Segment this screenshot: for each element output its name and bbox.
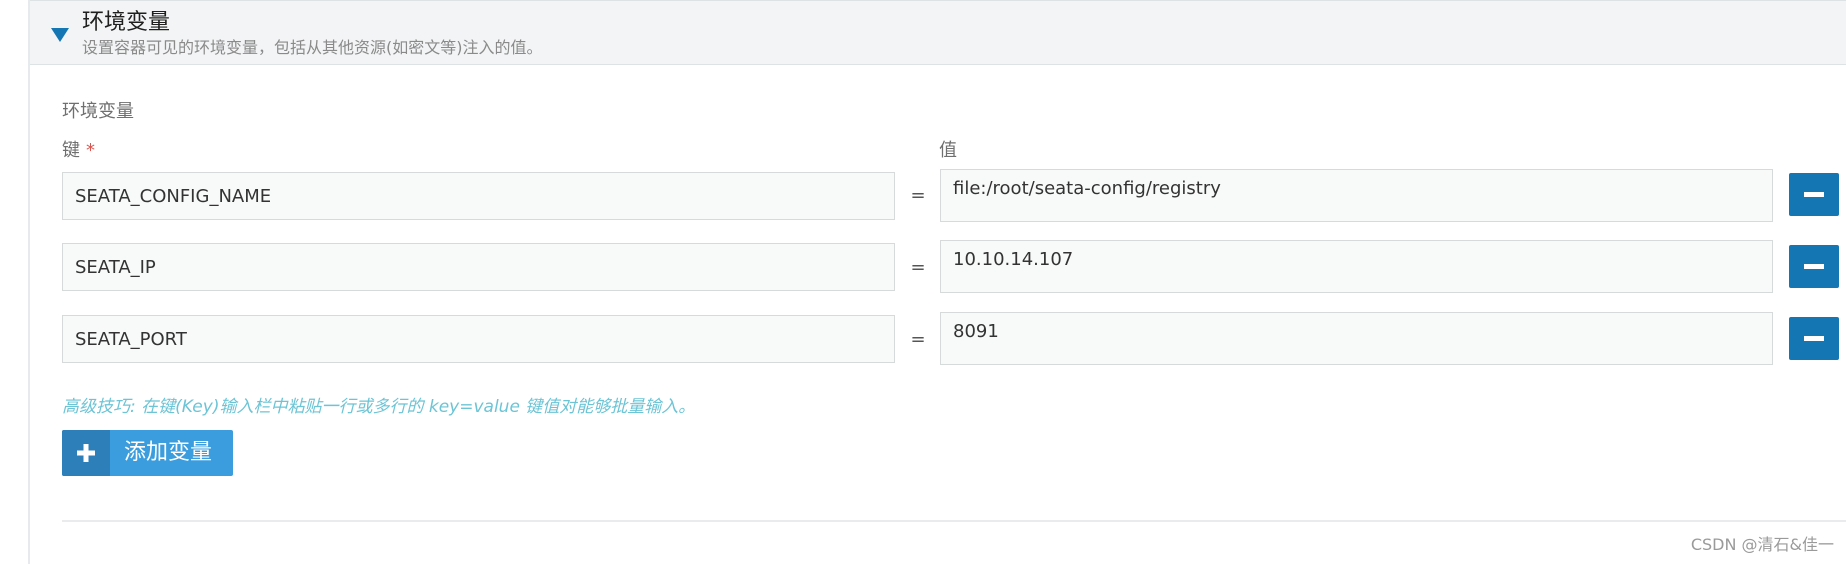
divider: [62, 520, 1846, 522]
env-key-input[interactable]: [62, 243, 895, 291]
left-border: [28, 0, 30, 564]
add-button-icon-area: [62, 430, 110, 476]
key-column-label: 键 *: [62, 139, 95, 163]
required-mark: *: [86, 140, 95, 161]
triangle-down-icon[interactable]: [48, 22, 72, 46]
minus-icon: [1804, 336, 1824, 341]
env-key-input[interactable]: [62, 315, 895, 363]
equals-sign: =: [910, 257, 926, 278]
key-label-text: 键: [62, 140, 80, 161]
bulk-input-tip: 高级技巧: 在键(Key)输入栏中粘贴一行或多行的 key=value 键值对能…: [62, 397, 696, 417]
minus-icon: [1804, 192, 1824, 197]
remove-row-button[interactable]: [1789, 173, 1839, 216]
equals-sign: =: [910, 329, 926, 350]
env-value-input[interactable]: [940, 240, 1773, 293]
env-vars-page: 环境变量 设置容器可见的环境变量，包括从其他资源(如密文等)注入的值。 环境变量…: [0, 0, 1846, 564]
value-column-label: 值: [939, 140, 957, 161]
env-key-input[interactable]: [62, 172, 895, 220]
section-label: 环境变量: [62, 101, 134, 122]
panel-title: 环境变量: [82, 10, 171, 35]
minus-icon: [1804, 264, 1824, 269]
panel-description: 设置容器可见的环境变量，包括从其他资源(如密文等)注入的值。: [82, 38, 543, 57]
watermark: CSDN @清石&佳一: [1690, 535, 1834, 554]
add-variable-button[interactable]: 添加变量: [62, 430, 233, 476]
env-value-input[interactable]: [940, 169, 1773, 222]
add-variable-label: 添加变量: [124, 440, 213, 465]
plus-icon: [77, 444, 95, 462]
env-value-input[interactable]: [940, 312, 1773, 365]
remove-row-button[interactable]: [1789, 317, 1839, 360]
remove-row-button[interactable]: [1789, 245, 1839, 288]
equals-sign: =: [910, 185, 926, 206]
